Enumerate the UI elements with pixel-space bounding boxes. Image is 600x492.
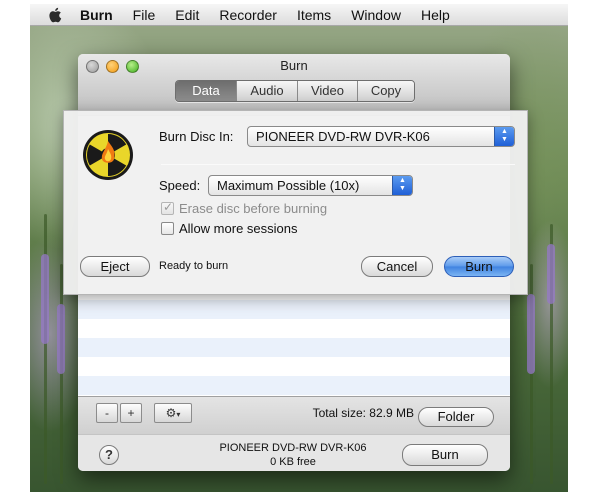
tab-copy[interactable]: Copy	[357, 81, 414, 101]
burn-app-icon	[82, 129, 134, 181]
action-menu-button[interactable]: ⚙▾	[154, 403, 192, 423]
menu-bar: Burn File Edit Recorder Items Window Hel…	[30, 4, 568, 26]
burn-disc-popup[interactable]: PIONEER DVD-RW DVR-K06 ▲ ▼	[247, 126, 515, 147]
menu-items[interactable]: Items	[297, 7, 331, 23]
allow-more-sessions-label: Allow more sessions	[179, 221, 298, 236]
remove-item-button[interactable]: -	[96, 403, 118, 423]
menu-edit[interactable]: Edit	[175, 7, 199, 23]
erase-disc-label: Erase disc before burning	[179, 201, 328, 216]
help-button[interactable]: ?	[99, 445, 119, 465]
burn-confirm-button[interactable]: Burn	[444, 256, 514, 277]
apple-menu-icon[interactable]	[46, 7, 66, 23]
speed-popup[interactable]: Maximum Possible (10x) ▲ ▼	[208, 175, 413, 196]
speed-value: Maximum Possible (10x)	[217, 178, 360, 193]
mode-tabs: Data Audio Video Copy	[175, 80, 415, 102]
chevron-down-icon: ▾	[176, 410, 181, 419]
total-size-label: Total size: 82.9 MB	[312, 406, 414, 420]
gear-icon: ⚙	[165, 406, 177, 420]
menu-window[interactable]: Window	[351, 7, 401, 23]
popup-arrows-icon: ▲ ▼	[494, 127, 514, 146]
eject-button[interactable]: Eject	[80, 256, 150, 277]
burn-disc-label: Burn Disc In:	[159, 129, 234, 144]
burn-button[interactable]: Burn	[402, 444, 488, 466]
folder-button[interactable]: Folder	[418, 407, 494, 427]
list-footer: - + ⚙▾ Total size: 82.9 MB Folder	[78, 396, 510, 434]
burn-disc-sheet: Burn Disc In: PIONEER DVD-RW DVR-K06 ▲ ▼ …	[63, 110, 528, 295]
burn-disc-value: PIONEER DVD-RW DVR-K06	[256, 129, 430, 144]
tab-audio[interactable]: Audio	[236, 81, 297, 101]
window-titlebar[interactable]: Burn Data Audio Video Copy	[78, 54, 510, 116]
menu-recorder[interactable]: Recorder	[219, 7, 277, 23]
sheet-separator	[161, 164, 515, 165]
popup-arrows-icon: ▲ ▼	[392, 176, 412, 195]
erase-disc-checkbox[interactable]: ✓	[161, 200, 174, 215]
tab-data[interactable]: Data	[176, 81, 236, 101]
tab-video[interactable]: Video	[297, 81, 357, 101]
status-text: Ready to burn	[159, 260, 229, 272]
menu-app-burn[interactable]: Burn	[80, 7, 113, 23]
menu-file[interactable]: File	[133, 7, 156, 23]
window-title: Burn	[280, 58, 308, 73]
cancel-button[interactable]: Cancel	[361, 256, 433, 277]
add-item-button[interactable]: +	[120, 403, 142, 423]
device-name: PIONEER DVD-RW DVR-K06	[219, 442, 367, 454]
menu-help[interactable]: Help	[421, 7, 450, 23]
checkmark-icon: ✓	[163, 200, 174, 214]
speed-label: Speed:	[159, 178, 201, 193]
device-free-space: 0 KB free	[270, 456, 316, 468]
bottom-bar: ? PIONEER DVD-RW DVR-K06 0 KB free Burn	[78, 434, 510, 471]
allow-more-sessions-checkbox[interactable]	[161, 222, 174, 235]
